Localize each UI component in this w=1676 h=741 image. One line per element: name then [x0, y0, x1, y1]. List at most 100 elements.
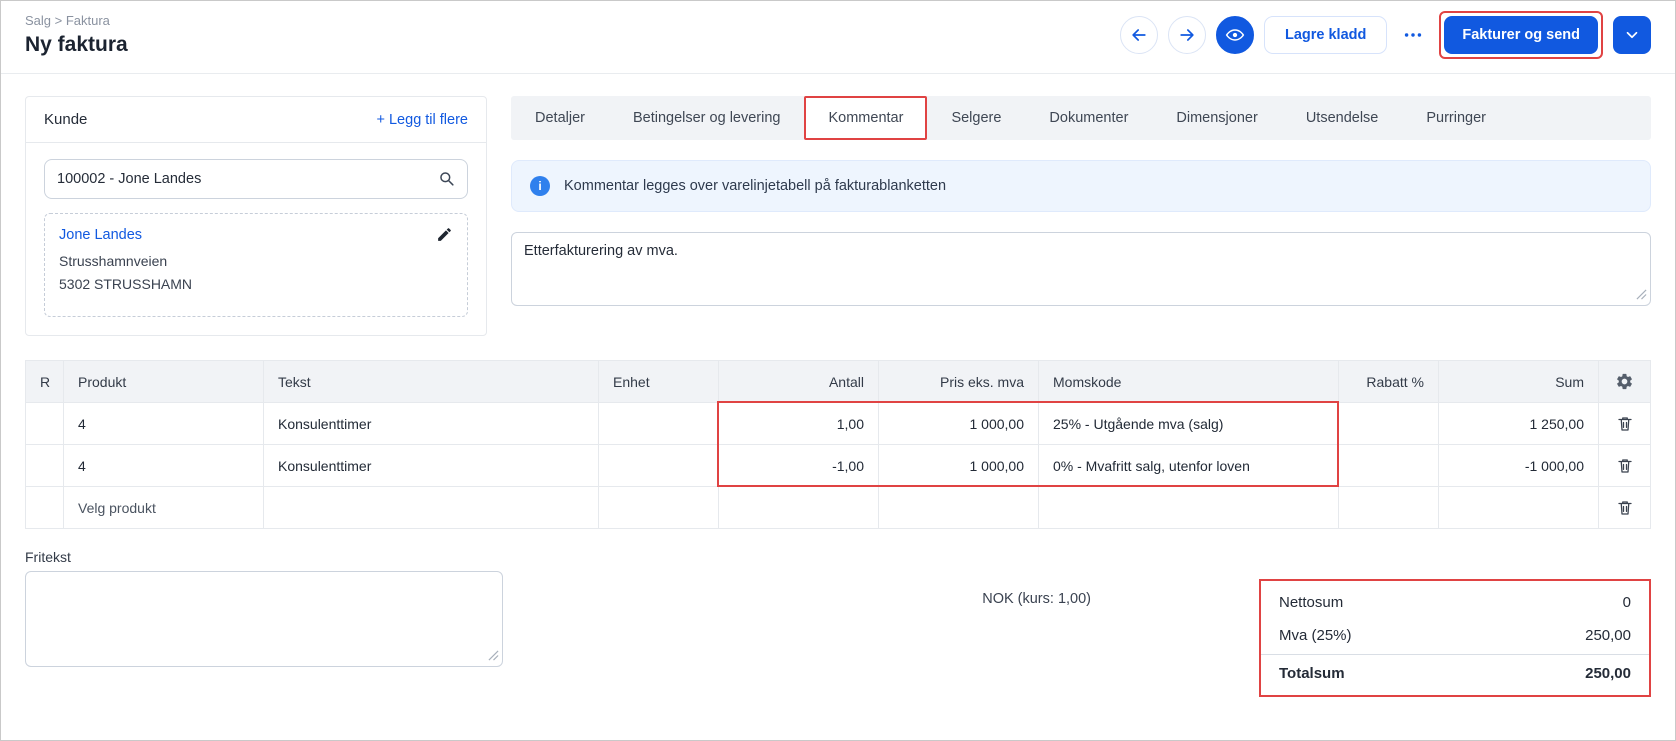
- col-header-sum: Sum: [1438, 360, 1599, 403]
- cell-pris[interactable]: [878, 486, 1039, 529]
- cell-rabatt[interactable]: [1338, 444, 1439, 487]
- preview-button[interactable]: [1215, 16, 1254, 54]
- totals-box: Nettosum 0 Mva (25%) 250,00 Totalsum 250…: [1259, 579, 1651, 697]
- tab-betingelser-og-levering[interactable]: Betingelser og levering: [609, 96, 805, 140]
- row-actions-cell: [1598, 486, 1651, 529]
- invoice-line-row: 4 Konsulenttimer -1,00 1 000,00 0% - Mva…: [25, 444, 1651, 487]
- invoice-and-send-button[interactable]: Fakturer og send: [1444, 16, 1598, 54]
- currency-label: NOK (kurs: 1,00): [982, 591, 1091, 607]
- col-header-enhet: Enhet: [598, 360, 719, 403]
- delete-row-button[interactable]: [1612, 453, 1638, 479]
- cell-antall[interactable]: -1,00: [718, 444, 879, 487]
- invoice-line-row: 4 Konsulenttimer 1,00 1 000,00 25% - Utg…: [25, 402, 1651, 445]
- cell-pris[interactable]: 1 000,00: [878, 402, 1039, 445]
- cell-antall[interactable]: 1,00: [718, 402, 879, 445]
- cell-sum: -1 000,00: [1438, 444, 1599, 487]
- cell-momskode[interactable]: 0% - Mvafritt salg, utenfor loven: [1038, 444, 1339, 487]
- tab-utsendelse[interactable]: Utsendelse: [1282, 96, 1403, 140]
- cell-sum: 1 250,00: [1438, 402, 1599, 445]
- cell-enhet[interactable]: [598, 402, 719, 445]
- customer-details-box: Jone Landes Strusshamnveien 5302 STRUSSH…: [44, 213, 468, 317]
- trash-icon: [1616, 415, 1634, 433]
- topbar-actions: Lagre kladd Fakturer og send: [1119, 11, 1651, 59]
- customer-card-body: Jone Landes Strusshamnveien 5302 STRUSSH…: [26, 143, 486, 335]
- topbar: Salg > Faktura Ny faktura Lagre kladd Fa…: [1, 1, 1675, 74]
- info-banner-text: Kommentar legges over varelinjetabell på…: [564, 178, 947, 194]
- ellipsis-icon: [1402, 24, 1424, 46]
- tab-bar: Detaljer Betingelser og levering Komment…: [511, 96, 1651, 140]
- totals-label: Nettosum: [1279, 594, 1344, 611]
- cell-tekst[interactable]: Konsulenttimer: [263, 444, 599, 487]
- customer-address-line1: Strusshamnveien: [59, 253, 168, 269]
- totals-value: 0: [1622, 594, 1631, 611]
- add-more-customers-link[interactable]: + Legg til flere: [377, 112, 469, 128]
- customer-card: Kunde + Legg til flere Jone Landes Strus…: [25, 96, 487, 336]
- col-header-antall: Antall: [718, 360, 879, 403]
- tab-dokumenter[interactable]: Dokumenter: [1025, 96, 1152, 140]
- totals-row-mva: Mva (25%) 250,00: [1261, 619, 1649, 652]
- tab-selgere[interactable]: Selgere: [927, 96, 1025, 140]
- cell-momskode[interactable]: 25% - Utgående mva (salg): [1038, 402, 1339, 445]
- cell-tekst[interactable]: [263, 486, 599, 529]
- table-settings-button[interactable]: [1611, 368, 1638, 395]
- cell-pris[interactable]: 1 000,00: [878, 444, 1039, 487]
- eye-icon: [1225, 25, 1245, 45]
- tab-kommentar[interactable]: Kommentar: [804, 96, 928, 140]
- pencil-icon: [436, 226, 453, 243]
- customer-search-input[interactable]: [44, 159, 468, 199]
- fritekst-textarea[interactable]: [25, 571, 503, 667]
- edit-customer-button[interactable]: [434, 224, 455, 245]
- delete-row-button[interactable]: [1612, 495, 1638, 521]
- cell-produkt[interactable]: 4: [63, 402, 264, 445]
- col-header-produkt: Produkt: [63, 360, 264, 403]
- back-button[interactable]: [1119, 16, 1158, 54]
- fritekst-label: Fritekst: [25, 549, 71, 565]
- customer-card-header: Kunde + Legg til flere: [26, 97, 486, 143]
- breadcrumb[interactable]: Salg > Faktura: [25, 13, 128, 28]
- cell-rabatt[interactable]: [1338, 486, 1439, 529]
- totals-row-nettosum: Nettosum 0: [1261, 586, 1649, 619]
- cell-r[interactable]: [25, 444, 64, 487]
- invoice-detail-panel: Detaljer Betingelser og levering Komment…: [511, 96, 1651, 306]
- info-icon: i: [530, 176, 550, 196]
- col-header-rabatt: Rabatt %: [1338, 360, 1439, 403]
- info-banner: i Kommentar legges over varelinjetabell …: [511, 160, 1651, 212]
- cell-antall[interactable]: [718, 486, 879, 529]
- cell-rabatt[interactable]: [1338, 402, 1439, 445]
- row-actions-cell: [1598, 402, 1651, 445]
- customer-address-line2: 5302 STRUSSHAMN: [59, 276, 193, 293]
- search-icon: [437, 169, 456, 188]
- trash-icon: [1616, 499, 1634, 517]
- cell-r[interactable]: [25, 402, 64, 445]
- invoice-send-annotation-box: Fakturer og send: [1439, 11, 1603, 59]
- customer-name-link[interactable]: Jone Landes: [59, 227, 142, 243]
- customer-card-title: Kunde: [44, 111, 88, 128]
- delete-row-button[interactable]: [1612, 411, 1638, 437]
- app-root: { "colors":{"blue":"#1159e0","red":"#e04…: [0, 0, 1676, 741]
- gear-icon: [1615, 372, 1634, 391]
- cell-tekst[interactable]: Konsulenttimer: [263, 402, 599, 445]
- cell-enhet[interactable]: [598, 486, 719, 529]
- cell-produkt[interactable]: 4: [63, 444, 264, 487]
- tab-purringer[interactable]: Purringer: [1402, 96, 1510, 140]
- select-product-cell[interactable]: Velg produkt: [63, 486, 264, 529]
- invoice-footer: Fritekst NOK (kurs: 1,00) Nettosum 0 Mva…: [25, 549, 1651, 709]
- trash-icon: [1616, 457, 1634, 475]
- cell-enhet[interactable]: [598, 444, 719, 487]
- comment-textarea[interactable]: [511, 232, 1651, 306]
- table-header-row: R Produkt Tekst Enhet Antall Pris eks. m…: [25, 360, 1651, 403]
- cell-r[interactable]: [25, 486, 64, 529]
- forward-button[interactable]: [1167, 16, 1206, 54]
- main-content: Kunde + Legg til flere Jone Landes Strus…: [1, 74, 1675, 336]
- cell-momskode[interactable]: [1038, 486, 1339, 529]
- page-title: Ny faktura: [25, 33, 128, 56]
- chevron-down-icon: [1623, 26, 1641, 44]
- arrow-left-icon: [1129, 25, 1149, 45]
- tab-dimensjoner[interactable]: Dimensjoner: [1152, 96, 1281, 140]
- save-draft-button[interactable]: Lagre kladd: [1263, 16, 1388, 54]
- more-options-button[interactable]: [1397, 16, 1429, 54]
- invoice-send-dropdown-button[interactable]: [1613, 16, 1651, 54]
- col-header-r: R: [25, 360, 64, 403]
- row-actions-cell: [1598, 444, 1651, 487]
- tab-detaljer[interactable]: Detaljer: [511, 96, 609, 140]
